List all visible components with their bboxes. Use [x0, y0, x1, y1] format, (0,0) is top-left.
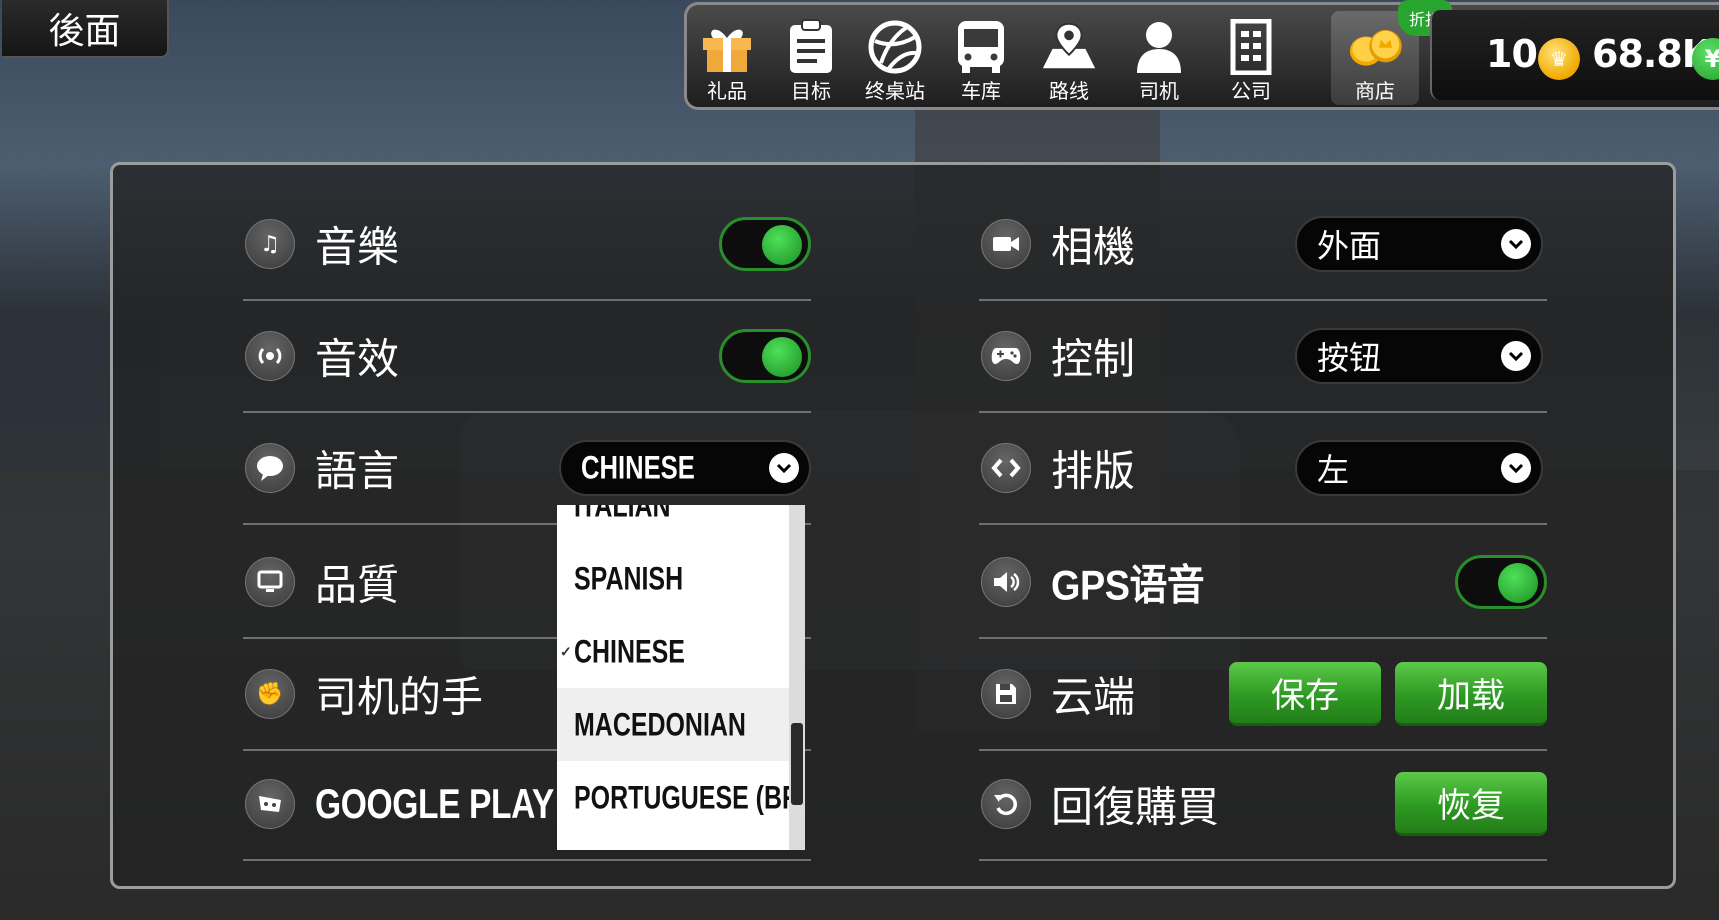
map-pin-icon [1039, 19, 1099, 75]
setting-row-cloud: 云端 保存 加载 [979, 639, 1547, 751]
globe-icon [865, 19, 925, 75]
setting-row-control: 控制 按钮 [979, 301, 1547, 413]
layout-select-value: 左 [1317, 451, 1350, 489]
checkmark-icon: ✓ [560, 643, 572, 659]
clipboard-icon [781, 19, 841, 75]
cloud-save-button[interactable]: 保存 [1229, 662, 1381, 726]
gift-icon [697, 19, 757, 75]
restore-purchases-label: 回復購買 [1051, 782, 1220, 832]
control-select[interactable]: 按钮 [1295, 328, 1543, 384]
dropdown-scrollbar-thumb[interactable] [791, 723, 803, 805]
nav-company-label: 公司 [1231, 79, 1271, 103]
setting-row-camera: 相機 外面 [979, 189, 1547, 301]
cloud-load-button[interactable]: 加载 [1395, 662, 1547, 726]
language-option-label: MACEDONIAN [574, 706, 746, 742]
cloud-label: 云端 [1051, 672, 1136, 722]
gamepad-icon [981, 331, 1031, 381]
video-camera-icon [981, 219, 1031, 269]
coin-icon: ♛ [1538, 38, 1580, 80]
nav-terminal-label: 终桌站 [865, 79, 925, 103]
google-play-label: GOOGLE PLAY [315, 780, 554, 827]
driver-hands-label: 司机的手 [315, 672, 484, 722]
control-label: 控制 [1051, 334, 1136, 384]
coins-amount: 10 [1486, 32, 1538, 76]
restore-button[interactable]: 恢复 [1395, 772, 1547, 836]
language-label: 語言 [315, 446, 400, 496]
language-select-value: CHINESE [581, 449, 695, 486]
speech-bubble-icon [245, 443, 295, 493]
language-option[interactable]: ITALIAN [557, 505, 789, 542]
settings-panel: ♫ 音樂 音效 語言 CHINESE 品質 ✊ 司机的手 GOOGLE PLAY… [110, 162, 1676, 889]
coins-icon [1345, 19, 1405, 75]
music-label: 音樂 [315, 222, 400, 272]
sound-effects-label: 音效 [315, 334, 400, 384]
language-option[interactable]: PORTUGUESE (BR) [557, 761, 805, 834]
restore-arrow-icon [981, 779, 1031, 829]
setting-row-gps-voice: GPS语音 [979, 527, 1547, 639]
language-option-selected[interactable]: ✓ CHINESE [557, 615, 789, 688]
language-option-label: PORTUGUESE (BR) [574, 779, 805, 815]
quality-label: 品質 [315, 560, 400, 610]
language-option-label: ITALIAN [574, 505, 671, 523]
camera-select[interactable]: 外面 [1295, 216, 1543, 272]
language-option[interactable]: SPANISH [557, 542, 789, 615]
language-option-highlighted[interactable]: MACEDONIAN [557, 688, 789, 761]
nav-gift-label: 礼品 [707, 79, 747, 103]
language-dropdown-list[interactable]: ITALIAN SPANISH ✓ CHINESE MACEDONIAN POR… [557, 505, 805, 850]
nav-shop-label: 商店 [1355, 79, 1395, 103]
floppy-disk-icon [981, 669, 1031, 719]
nav-garage-button[interactable]: 车库 [941, 5, 1021, 105]
gps-voice-label: GPS语音 [1051, 561, 1205, 609]
music-note-icon: ♫ [245, 219, 295, 269]
nav-routes-button[interactable]: 路线 [1029, 5, 1109, 105]
building-icon [1221, 19, 1281, 75]
control-select-value: 按钮 [1317, 339, 1382, 377]
driver-icon [1129, 19, 1189, 75]
camera-select-value: 外面 [1317, 227, 1382, 265]
music-toggle-knob [762, 225, 802, 265]
nav-gift-button[interactable]: 礼品 [687, 5, 767, 105]
code-brackets-icon [981, 443, 1031, 493]
camera-label: 相機 [1051, 222, 1136, 272]
nav-terminal-button[interactable]: 终桌站 [855, 5, 935, 105]
sound-wave-icon [245, 331, 295, 381]
chevron-down-icon [1501, 229, 1531, 259]
setting-row-music: ♫ 音樂 [243, 189, 811, 301]
nav-garage-label: 车库 [961, 79, 1001, 103]
sound-effects-toggle[interactable] [719, 329, 811, 383]
fist-icon: ✊ [245, 669, 295, 719]
music-toggle[interactable] [719, 217, 811, 271]
bus-icon [951, 19, 1011, 75]
speaker-icon [981, 557, 1031, 607]
nav-company-button[interactable]: 公司 [1211, 5, 1291, 105]
setting-row-layout: 排版 左 [979, 413, 1547, 525]
sound-effects-toggle-knob [762, 337, 802, 377]
layout-label: 排版 [1051, 446, 1136, 496]
nav-driver-button[interactable]: 司机 [1119, 5, 1199, 105]
chevron-down-icon [1501, 453, 1531, 483]
gps-voice-toggle-knob [1498, 563, 1538, 603]
language-option-label: SPANISH [574, 560, 684, 596]
back-button[interactable]: 後面 [2, 0, 169, 58]
setting-row-sound-effects: 音效 [243, 301, 811, 413]
chevron-down-icon [769, 453, 799, 483]
gps-voice-toggle[interactable] [1455, 555, 1547, 609]
nav-driver-label: 司机 [1139, 79, 1179, 103]
language-option-label: CHINESE [574, 633, 685, 669]
chevron-down-icon [1501, 341, 1531, 371]
language-select[interactable]: CHINESE [559, 440, 811, 496]
setting-row-restore-purchases: 回復購買 恢复 [979, 749, 1547, 861]
nav-goals-button[interactable]: 目标 [771, 5, 851, 105]
currency-display: 10 ♛ 68.8K ¥ [1430, 10, 1719, 100]
dropdown-scrollbar[interactable] [789, 505, 805, 850]
monitor-icon [245, 557, 295, 607]
layout-select[interactable]: 左 [1295, 440, 1543, 496]
nav-goals-label: 目标 [791, 79, 831, 103]
nav-routes-label: 路线 [1049, 79, 1089, 103]
gamepad-icon [245, 779, 295, 829]
